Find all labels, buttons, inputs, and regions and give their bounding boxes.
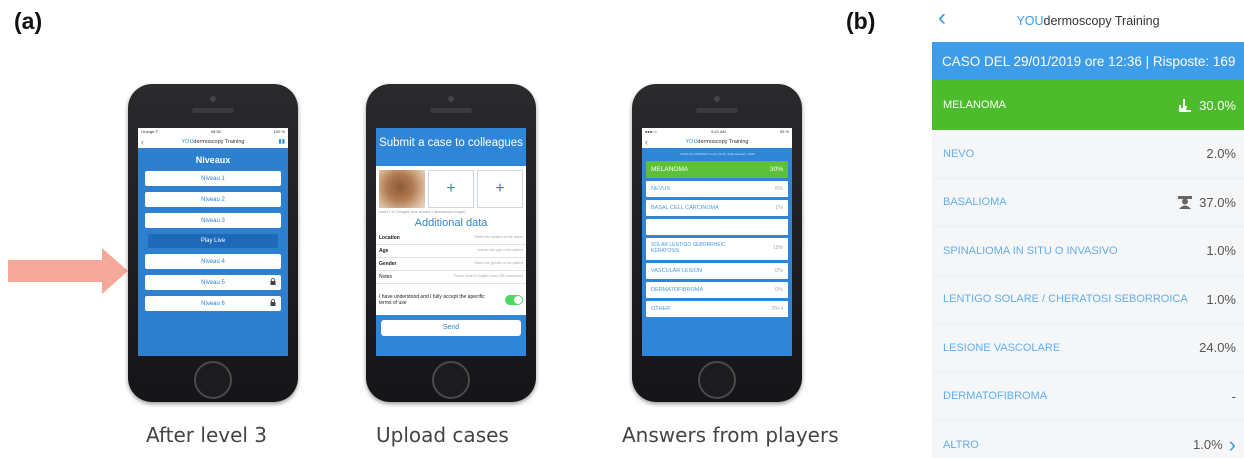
image-note: Insert 1 to 3 images (one at least 1 der… [379, 210, 466, 214]
level-5-button[interactable]: Niveau 5 [145, 275, 281, 290]
status-time: 9:41 AM [711, 129, 726, 134]
case-info: CASE OF 27/10/2017 hours 19:31 | Total a… [679, 152, 755, 156]
phone-levels: Orange F 08:55 100 % ‹ YOUdermoscopy Tra… [128, 84, 298, 402]
camera-icon [714, 96, 720, 102]
level-6-label: Niveau 6 [201, 300, 225, 307]
answer-row[interactable]: NEVO 2.0% [932, 130, 1244, 179]
app-nav-bar: ‹ YOUdermoscopy Training [932, 0, 1244, 42]
app-title: YOUdermoscopy Training [685, 139, 749, 145]
answer-row[interactable]: MELANOMA 30.0% [932, 80, 1244, 130]
levels-title: Niveaux [195, 155, 231, 165]
camera-icon [448, 96, 454, 102]
panel-label-b: (b) [846, 8, 876, 34]
lock-icon [270, 299, 276, 306]
home-button [698, 361, 736, 399]
answer-row[interactable]: ALTRO 1.0% › [932, 421, 1244, 458]
level-2-button[interactable]: Niveau 2 [145, 192, 281, 207]
stats-icon[interactable]: ▮▮ [278, 138, 285, 145]
additional-data-title: Additional data [414, 217, 488, 229]
answer-row[interactable]: OTHER 3% › [646, 301, 788, 317]
answer-row-empty[interactable] [646, 219, 788, 235]
level-5-label: Niveau 5 [201, 279, 225, 286]
answer-row[interactable]: SOLAR LENTIGO SEBORRHEIC KERATOSIS 15% [646, 238, 788, 260]
phone-answers: ●●●○○ 9:41 AM 95 % ‹ YOUdermoscopy Train… [632, 84, 802, 402]
speaker-grille [192, 108, 234, 113]
notes-field[interactable]: Notes Please write in English (max 255 ch… [376, 271, 526, 284]
caption-after-level-3: After level 3 [146, 423, 268, 447]
chevron-right-icon: › [781, 306, 783, 312]
battery-label: 95 % [779, 129, 789, 134]
answer-row[interactable]: VASCULAR LESION 0% [646, 263, 788, 279]
answer-row[interactable]: LESIONE VASCOLARE 24.0% [932, 324, 1244, 373]
answers-detail-screen: ‹ YOUdermoscopy Training CASO DEL 29/01/… [932, 0, 1244, 458]
back-chevron-icon[interactable]: ‹ [141, 136, 144, 148]
chevron-right-icon[interactable]: › [1229, 433, 1236, 456]
levels-screen: Orange F 08:55 100 % ‹ YOUdermoscopy Tra… [138, 128, 288, 356]
upload-screen: Submit a case to colleagues + + Insert 1… [376, 128, 526, 356]
home-button [194, 361, 232, 399]
thumbs-up-icon [1179, 99, 1192, 112]
answer-row[interactable]: LENTIGO SOLARE / CHERATOSI SEBORROICA 1.0… [932, 275, 1244, 324]
carrier-label: Orange F [141, 129, 158, 134]
send-area: Send [376, 315, 526, 356]
terms-text: I have understood and I fully accept the… [379, 294, 485, 306]
play-live-button[interactable]: Play Live [148, 234, 278, 248]
answer-row[interactable]: MELANOMA 30% [646, 161, 788, 178]
answer-row[interactable]: BASALIOMA 37.0% [932, 178, 1244, 227]
answer-row[interactable]: SPINALIOMA IN SITU O INVASIVO 1.0% [932, 227, 1244, 276]
arrow-right-icon [8, 248, 128, 294]
terms-row: I have understood and I fully accept the… [376, 290, 526, 311]
level-3-button[interactable]: Niveau 3 [145, 213, 281, 228]
terms-toggle[interactable] [505, 295, 523, 305]
age-field[interactable]: Age Indicate the age of the patient [376, 245, 526, 258]
signal-dots: ●●●○○ [645, 129, 658, 134]
answer-row[interactable]: DERMATOFIBROMA 0% [646, 282, 788, 298]
gender-field[interactable]: Gender Select the gender of the patient [376, 258, 526, 271]
caption-answers-from-players: Answers from players [622, 423, 839, 447]
panel-label-a: (a) [14, 8, 43, 34]
phone-upload: Submit a case to colleagues + + Insert 1… [366, 84, 536, 402]
lock-icon [270, 278, 276, 285]
status-time: 08:55 [210, 129, 221, 134]
status-bar: Orange F 08:55 100 % [138, 128, 288, 136]
back-chevron-icon[interactable]: ‹ [938, 4, 946, 32]
battery-label: 100 % [273, 129, 285, 134]
app-nav-bar: ‹ YOUdermoscopy Training [642, 136, 792, 148]
back-chevron-icon[interactable]: ‹ [645, 136, 648, 148]
answer-row[interactable]: DERMATOFIBROMA - [932, 372, 1244, 421]
lesion-photo[interactable] [379, 170, 425, 208]
status-bar: ●●●○○ 9:41 AM 95 % [642, 128, 792, 136]
speaker-grille [696, 108, 738, 113]
add-image-slot-2[interactable]: + [428, 170, 474, 208]
caption-upload-cases: Upload cases [376, 423, 509, 447]
add-image-slot-3[interactable]: + [477, 170, 523, 208]
level-1-button[interactable]: Niveau 1 [145, 171, 281, 186]
home-button [432, 361, 470, 399]
submit-header: Submit a case to colleagues [376, 128, 526, 166]
app-nav-bar: ‹ YOUdermoscopy Training ▮▮ [138, 136, 288, 148]
level-4-button[interactable]: Niveau 4 [145, 254, 281, 269]
camera-icon [210, 96, 216, 102]
case-info-banner: CASO DEL 29/01/2019 ore 12:36 | Risposte… [932, 42, 1244, 80]
app-title: YOUdermoscopy Training [181, 139, 245, 145]
image-slots: + + [376, 166, 526, 208]
location-field[interactable]: Location Select the location of the lesio… [376, 232, 526, 245]
app-title: YOUdermoscopy Training [1016, 14, 1160, 28]
speaker-grille [430, 108, 472, 113]
doctor-icon [1178, 196, 1193, 210]
level-6-button[interactable]: Niveau 6 [145, 296, 281, 311]
send-button[interactable]: Send [381, 320, 521, 336]
answer-row[interactable]: BASAL CELL CARCINOMA 1% [646, 200, 788, 216]
answer-row[interactable]: NEVUS 6% [646, 181, 788, 197]
answers-screen: ●●●○○ 9:41 AM 95 % ‹ YOUdermoscopy Train… [642, 128, 792, 356]
